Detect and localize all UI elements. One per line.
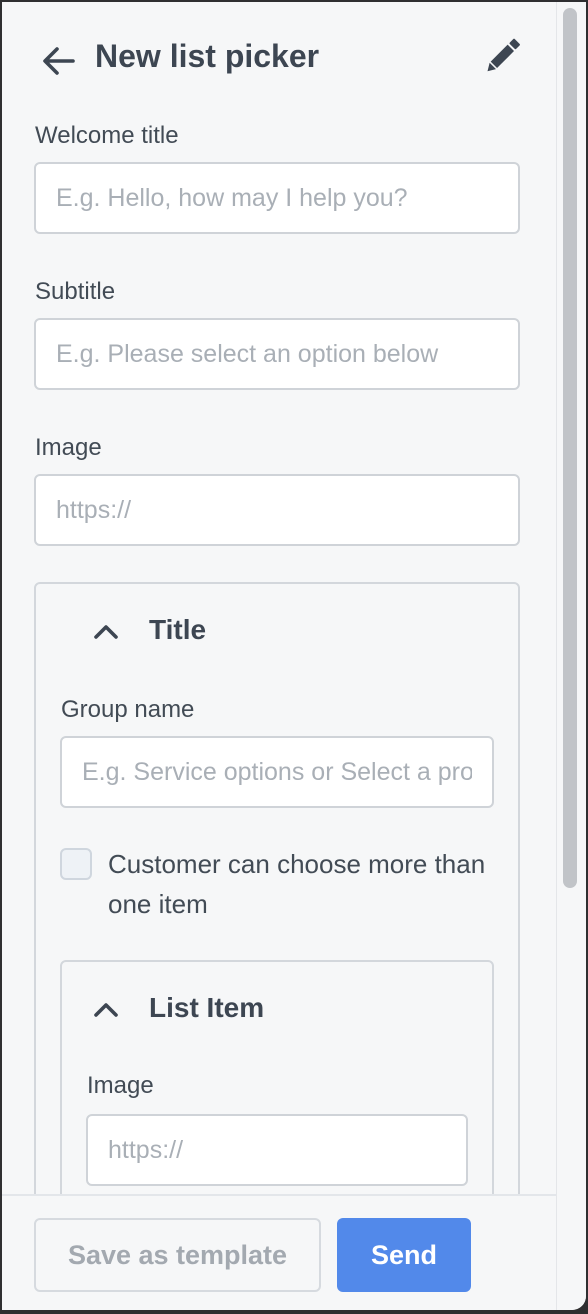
- multi-select-label: Customer can choose more than one item: [108, 849, 486, 919]
- panel-header: New list picker: [2, 2, 556, 117]
- list-item-card: List Item Image: [60, 960, 494, 1194]
- scrollbar[interactable]: [556, 2, 586, 1310]
- welcome-title-label: Welcome title: [35, 122, 179, 149]
- list-item-toggle[interactable]: List Item: [90, 990, 390, 1030]
- send-button[interactable]: Send: [337, 1218, 471, 1292]
- chevron-up-icon: [94, 625, 118, 639]
- welcome-title-input[interactable]: [34, 162, 520, 234]
- chevron-up-icon: [94, 1003, 118, 1017]
- arrow-left-icon[interactable]: [40, 42, 78, 80]
- panel-content: New list picker Welcome title Subtitle I…: [2, 2, 556, 1194]
- save-as-template-button[interactable]: Save as template: [34, 1218, 321, 1292]
- subtitle-label: Subtitle: [35, 278, 116, 305]
- title-section-toggle[interactable]: Title: [90, 612, 390, 652]
- pencil-icon[interactable]: [482, 36, 522, 76]
- list-item-title: List Item: [149, 992, 265, 1023]
- page-title: New list picker: [95, 38, 320, 74]
- subtitle-input[interactable]: [34, 318, 520, 390]
- group-name-label: Group name: [61, 696, 195, 723]
- scrollbar-thumb[interactable]: [563, 8, 577, 888]
- list-picker-panel: New list picker Welcome title Subtitle I…: [2, 2, 586, 1310]
- section-title: Title: [149, 614, 207, 645]
- image-label: Image: [35, 434, 102, 461]
- title-section-card: Title Group name Customer can choose mor…: [34, 582, 520, 1194]
- image-url-input[interactable]: [34, 474, 520, 546]
- group-name-input[interactable]: [60, 736, 494, 808]
- list-item-image-input[interactable]: [86, 1114, 468, 1186]
- multi-select-checkbox[interactable]: [60, 848, 92, 880]
- list-item-image-label: Image: [87, 1072, 154, 1099]
- panel-footer: Save as template Send: [2, 1194, 556, 1310]
